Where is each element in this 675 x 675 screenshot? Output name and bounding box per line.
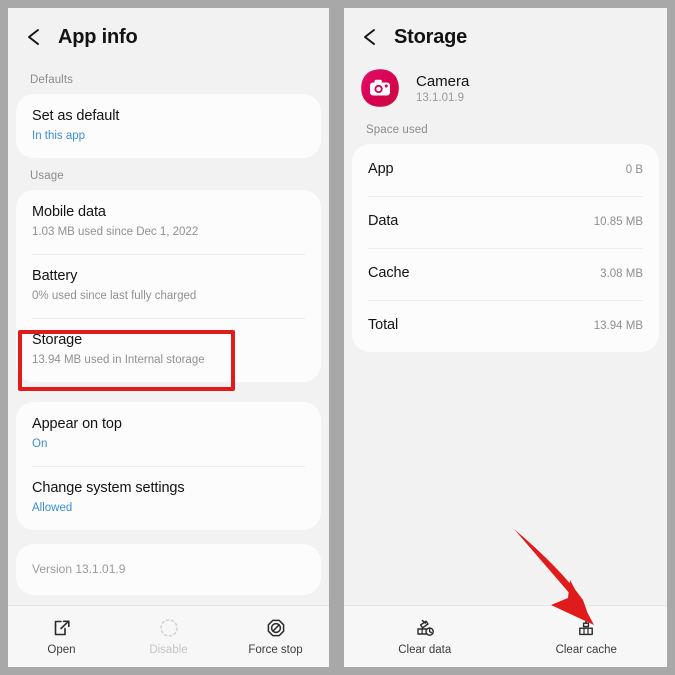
clear-data-button[interactable]: Clear data [344, 617, 506, 656]
space-row-label: Cache [368, 265, 410, 281]
force-stop-button[interactable]: Force stop [222, 617, 329, 656]
left-phone-frame: App info Defaults Set as default In this… [0, 0, 337, 675]
space-row-label: Data [368, 213, 399, 229]
space-row-value: 0 B [625, 163, 643, 176]
bottom-item-label: Disable [149, 644, 188, 656]
page-title: App info [58, 26, 138, 48]
space-row-label: App [368, 161, 394, 177]
space-row-value: 10.85 MB [593, 215, 643, 228]
page-title: Storage [394, 26, 468, 48]
storage-screen: Storage Camera 13.1.01.9 Space used App … [344, 8, 667, 667]
bottom-item-label: Force stop [248, 644, 303, 656]
row-battery[interactable]: Battery 0% used since last fully charged [16, 254, 321, 318]
app-info-screen: App info Defaults Set as default In this… [8, 8, 329, 667]
clear-cache-button[interactable]: Clear cache [506, 617, 668, 656]
row-subtitle: In this app [32, 130, 86, 142]
usage-card: Mobile data 1.03 MB used since Dec 1, 20… [16, 190, 321, 382]
space-row-app: App 0 B [352, 144, 659, 196]
force-stop-icon [265, 617, 287, 639]
right-phone-frame: Storage Camera 13.1.01.9 Space used App … [337, 0, 675, 675]
defaults-card: Set as default In this app [16, 94, 321, 158]
row-subtitle: 1.03 MB used since Dec 1, 2022 [32, 226, 199, 238]
row-appear-on-top[interactable]: Appear on top On [16, 402, 321, 466]
camera-app-icon [360, 68, 400, 108]
clear-cache-broom-icon [575, 617, 597, 639]
open-button[interactable]: Open [8, 617, 115, 656]
row-title: Mobile data [32, 204, 106, 220]
section-label-blank [16, 382, 321, 402]
storage-header: Storage [344, 8, 667, 62]
chevron-left-icon[interactable] [24, 26, 44, 48]
chevron-left-icon[interactable] [360, 26, 380, 48]
bottom-item-label: Open [47, 644, 76, 656]
space-row-total: Total 13.94 MB [352, 300, 659, 352]
disable-dashed-circle-icon [158, 617, 180, 639]
row-subtitle: 13.94 MB used in Internal storage [32, 354, 205, 366]
app-info-bottom-bar: Open Disable Force stop [8, 605, 329, 667]
section-label-defaults: Defaults [30, 74, 73, 86]
section-label-space-used: Space used [366, 124, 428, 136]
disable-button: Disable [115, 617, 222, 656]
space-used-card: App 0 B Data 10.85 MB Cache 3.08 MB Tota… [352, 144, 659, 352]
space-row-label: Total [368, 317, 399, 333]
extra-card: Appear on top On Change system settings … [16, 402, 321, 530]
row-title: Storage [32, 332, 83, 348]
section-label-usage: Usage [30, 170, 64, 182]
bottom-item-label: Clear cache [555, 644, 617, 656]
row-title: Change system settings [32, 480, 185, 496]
row-mobile-data[interactable]: Mobile data 1.03 MB used since Dec 1, 20… [16, 190, 321, 254]
row-subtitle: 0% used since last fully charged [32, 290, 197, 302]
row-storage[interactable]: Storage 13.94 MB used in Internal storag… [16, 318, 321, 382]
row-title: Set as default [32, 108, 120, 124]
storage-bottom-bar: Clear data Clear cache [344, 605, 667, 667]
storage-body: Space used App 0 B Data 10.85 MB Cache 3… [344, 112, 667, 605]
row-title: Battery [32, 268, 78, 284]
version-card: Version 13.1.01.9 [16, 544, 321, 595]
space-row-cache: Cache 3.08 MB [352, 248, 659, 300]
screenshot-root: App info Defaults Set as default In this… [0, 0, 675, 675]
row-change-system-settings[interactable]: Change system settings Allowed [16, 466, 321, 530]
app-info-header: App info [8, 8, 329, 62]
version-text: Version 13.1.01.9 [32, 562, 126, 576]
app-identity: Camera 13.1.01.9 [344, 62, 667, 112]
row-title: Appear on top [32, 416, 122, 432]
bottom-item-label: Clear data [398, 644, 452, 656]
row-set-as-default[interactable]: Set as default In this app [16, 94, 321, 158]
app-identity-text: Camera 13.1.01.9 [416, 72, 469, 104]
clear-data-broom-icon [414, 617, 436, 639]
app-name: Camera [416, 73, 470, 90]
space-row-data: Data 10.85 MB [352, 196, 659, 248]
space-row-value: 13.94 MB [593, 319, 643, 332]
space-row-value: 3.08 MB [600, 267, 643, 280]
app-info-body: Defaults Set as default In this app Usag… [8, 62, 329, 605]
app-version: 13.1.01.9 [416, 92, 464, 104]
row-subtitle: On [32, 438, 48, 450]
open-external-icon [51, 617, 73, 639]
row-subtitle: Allowed [32, 502, 73, 514]
